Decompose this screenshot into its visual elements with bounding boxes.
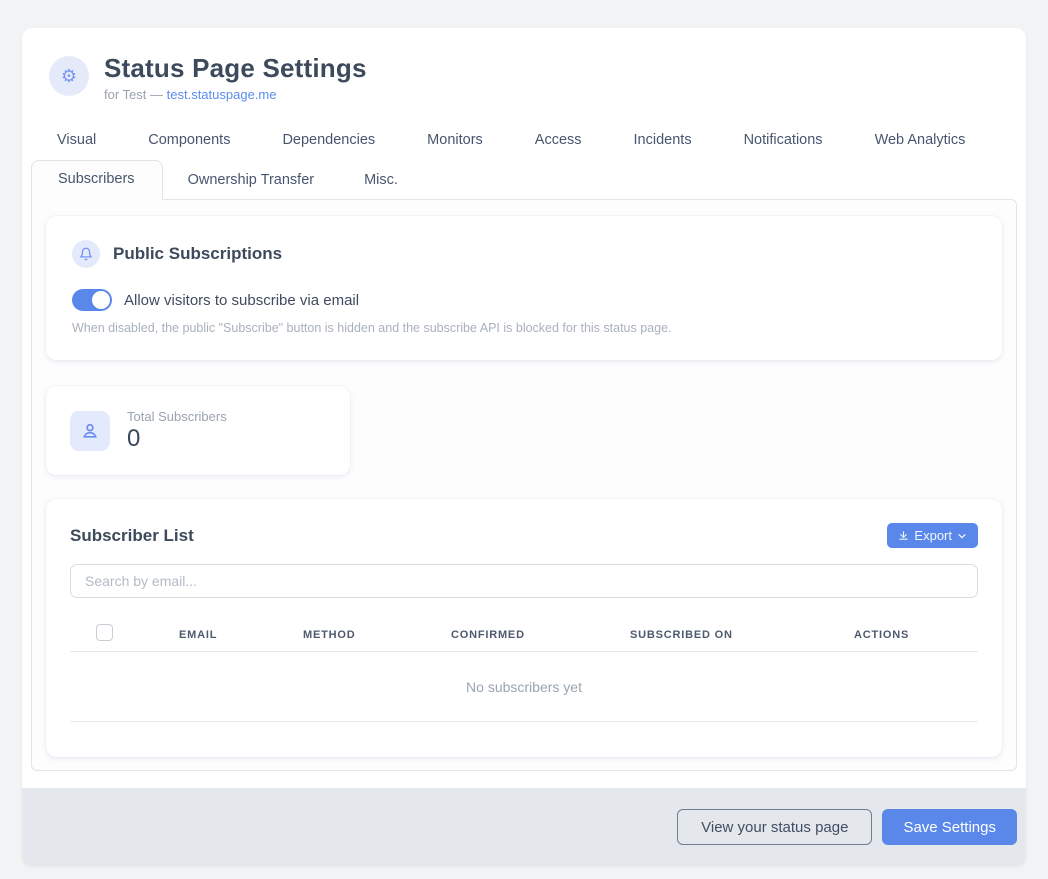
tabs-row-1: Visual Components Dependencies Monitors … [57,126,1026,158]
select-all-cell [70,624,179,646]
column-method: METHOD [303,629,451,641]
column-email: EMAIL [179,629,303,641]
subscribe-toggle-row: Allow visitors to subscribe via email [72,289,976,311]
toggle-knob [92,291,110,309]
select-all-checkbox[interactable] [96,624,113,641]
allow-subscribe-toggle[interactable] [72,289,112,311]
page-title: Status Page Settings [104,53,367,84]
gear-icon: ⚙ [49,56,89,96]
tab-visual[interactable]: Visual [57,126,122,158]
person-icon [70,411,110,451]
tab-monitors[interactable]: Monitors [401,126,509,158]
total-subscribers-text: Total Subscribers 0 [127,409,227,453]
tab-misc[interactable]: Misc. [339,162,423,200]
subtitle-prefix: for Test — [104,87,167,102]
page-subtitle: for Test — test.statuspage.me [104,87,367,102]
public-subscriptions-header: Public Subscriptions [72,240,976,268]
page-header-text: Status Page Settings for Test — test.sta… [104,53,367,102]
bell-icon [72,240,100,268]
column-confirmed: CONFIRMED [451,629,630,641]
page-header: ⚙ Status Page Settings for Test — test.s… [22,28,1026,102]
column-actions: ACTIONS [854,629,978,641]
settings-footer: View your status page Save Settings [22,788,1026,866]
tab-notifications[interactable]: Notifications [718,126,849,158]
search-input[interactable] [70,564,978,598]
subscriber-list-title: Subscriber List [70,526,194,546]
public-subscriptions-card: Public Subscriptions Allow visitors to s… [46,216,1002,360]
tab-web-analytics[interactable]: Web Analytics [849,126,992,158]
empty-state-text: No subscribers yet [466,679,582,695]
subscriber-list-card: Subscriber List Export EMAIL METHOD [46,499,1002,757]
subscriber-table-header: EMAIL METHOD CONFIRMED SUBSCRIBED ON ACT… [70,618,978,652]
allow-subscribe-label: Allow visitors to subscribe via email [124,292,359,309]
tab-ownership-transfer[interactable]: Ownership Transfer [163,162,340,200]
tabs-row-2: Subscribers Ownership Transfer Misc. [31,160,1026,200]
view-status-page-button[interactable]: View your status page [677,809,872,845]
download-icon [898,530,909,541]
subscribe-helper-text: When disabled, the public "Subscribe" bu… [72,321,976,335]
tab-dependencies[interactable]: Dependencies [256,126,401,158]
subscribers-tab-panel: Public Subscriptions Allow visitors to s… [31,199,1017,771]
tab-components[interactable]: Components [122,126,256,158]
total-subscribers-label: Total Subscribers [127,409,227,424]
export-button[interactable]: Export [887,523,978,548]
tab-access[interactable]: Access [509,126,608,158]
total-subscribers-card: Total Subscribers 0 [46,386,350,475]
settings-card: ⚙ Status Page Settings for Test — test.s… [22,28,1026,866]
chevron-down-icon [957,531,967,541]
subscriber-list-header: Subscriber List Export [70,523,978,548]
column-subscribed-on: SUBSCRIBED ON [630,629,854,641]
tab-subscribers[interactable]: Subscribers [31,160,163,200]
status-page-link[interactable]: test.statuspage.me [167,87,277,102]
tab-incidents[interactable]: Incidents [608,126,718,158]
empty-state-row: No subscribers yet [70,652,978,722]
total-subscribers-value: 0 [127,425,227,453]
export-label: Export [914,528,952,543]
public-subscriptions-title: Public Subscriptions [113,244,282,264]
save-settings-button[interactable]: Save Settings [882,809,1017,845]
